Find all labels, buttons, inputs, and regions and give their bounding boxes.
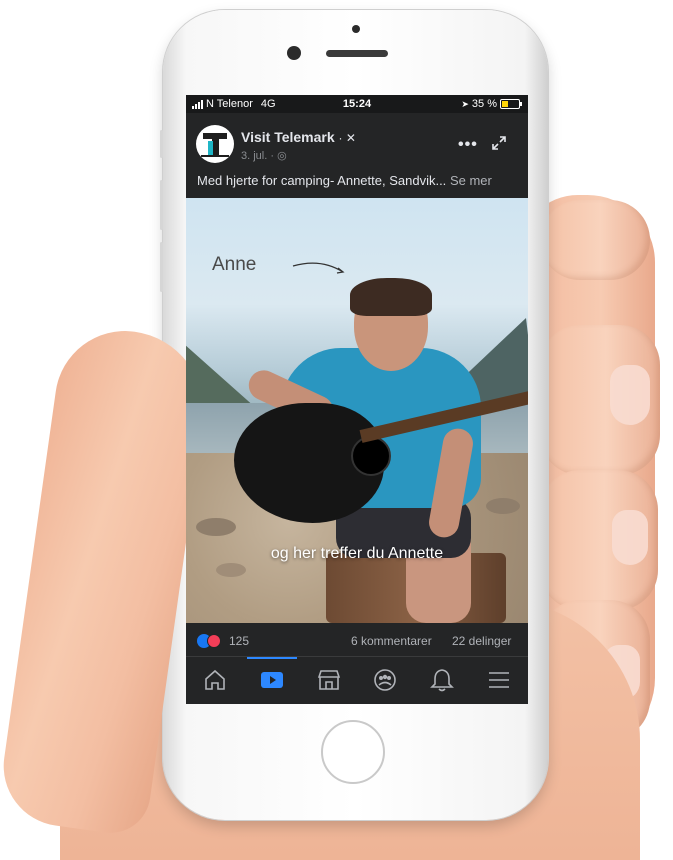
volume-up-button <box>160 180 163 230</box>
active-tab-indicator <box>247 657 297 659</box>
reaction-count[interactable]: 125 <box>229 634 249 648</box>
video-subtitle: og her treffer du Annette <box>270 545 444 562</box>
reactions-bar: 125 6 kommentarer 22 delinger <box>186 625 528 655</box>
tab-watch-icon[interactable] <box>257 667 287 693</box>
page-name-link[interactable]: Visit Telemark · ✕ <box>241 129 356 145</box>
mute-switch <box>160 130 163 158</box>
stone <box>196 518 236 536</box>
hand-finger <box>540 470 658 610</box>
tab-marketplace-icon[interactable] <box>314 667 344 693</box>
hand-finger <box>540 325 660 475</box>
comments-count[interactable]: 6 kommentarer <box>351 634 432 648</box>
reactions-button[interactable] <box>197 634 227 648</box>
tab-home-icon[interactable] <box>200 667 230 693</box>
page-avatar[interactable] <box>196 125 234 163</box>
tab-groups-icon[interactable] <box>370 667 400 693</box>
muted-icon: · ✕ <box>338 131 356 145</box>
post-date: 3. jul. <box>241 150 268 162</box>
more-options-button[interactable]: ••• <box>458 136 478 154</box>
caption-text: Med hjerte for camping- Annette, Sandvik… <box>197 173 447 188</box>
hand-finger <box>540 200 650 280</box>
video-overlay-name: Anne <box>212 254 257 275</box>
guitar-soundhole <box>351 436 391 476</box>
front-camera <box>287 46 301 60</box>
person-hair <box>350 278 432 316</box>
video-player[interactable]: Anne og her treffer du Annette <box>186 198 528 623</box>
stone <box>486 498 520 514</box>
tab-menu-icon[interactable] <box>484 667 514 693</box>
phone-screen: N Telenor 4G 15:24 ➤ 35 % Visit Telemark… <box>186 95 528 704</box>
bottom-tab-bar <box>186 656 528 704</box>
see-more-link[interactable]: Se mer <box>450 173 492 188</box>
volume-down-button <box>160 242 163 292</box>
tab-notifications-icon[interactable] <box>427 667 457 693</box>
arrow-icon <box>292 262 345 274</box>
love-icon <box>207 634 221 648</box>
battery-icon <box>500 99 522 109</box>
stone <box>216 563 246 577</box>
shares-count[interactable]: 22 delinger <box>452 634 511 648</box>
location-icon: ➤ <box>461 98 469 109</box>
post-header: Visit Telemark · ✕ 3. jul. · ◎ ••• <box>186 113 528 171</box>
post-caption: Med hjerte for camping- Annette, Sandvik… <box>197 173 522 188</box>
post-meta: 3. jul. · ◎ <box>241 149 287 162</box>
earpiece-speaker <box>326 50 388 57</box>
status-bar: N Telenor 4G 15:24 ➤ 35 % <box>186 95 528 113</box>
battery-percent: 35 % <box>471 98 497 110</box>
expand-icon[interactable] <box>491 135 507 151</box>
home-button[interactable] <box>321 720 385 784</box>
page-name: Visit Telemark <box>241 129 335 145</box>
mountain-left <box>186 328 256 408</box>
proximity-sensor <box>352 25 360 33</box>
audience-public-icon: · ◎ <box>270 150 287 162</box>
